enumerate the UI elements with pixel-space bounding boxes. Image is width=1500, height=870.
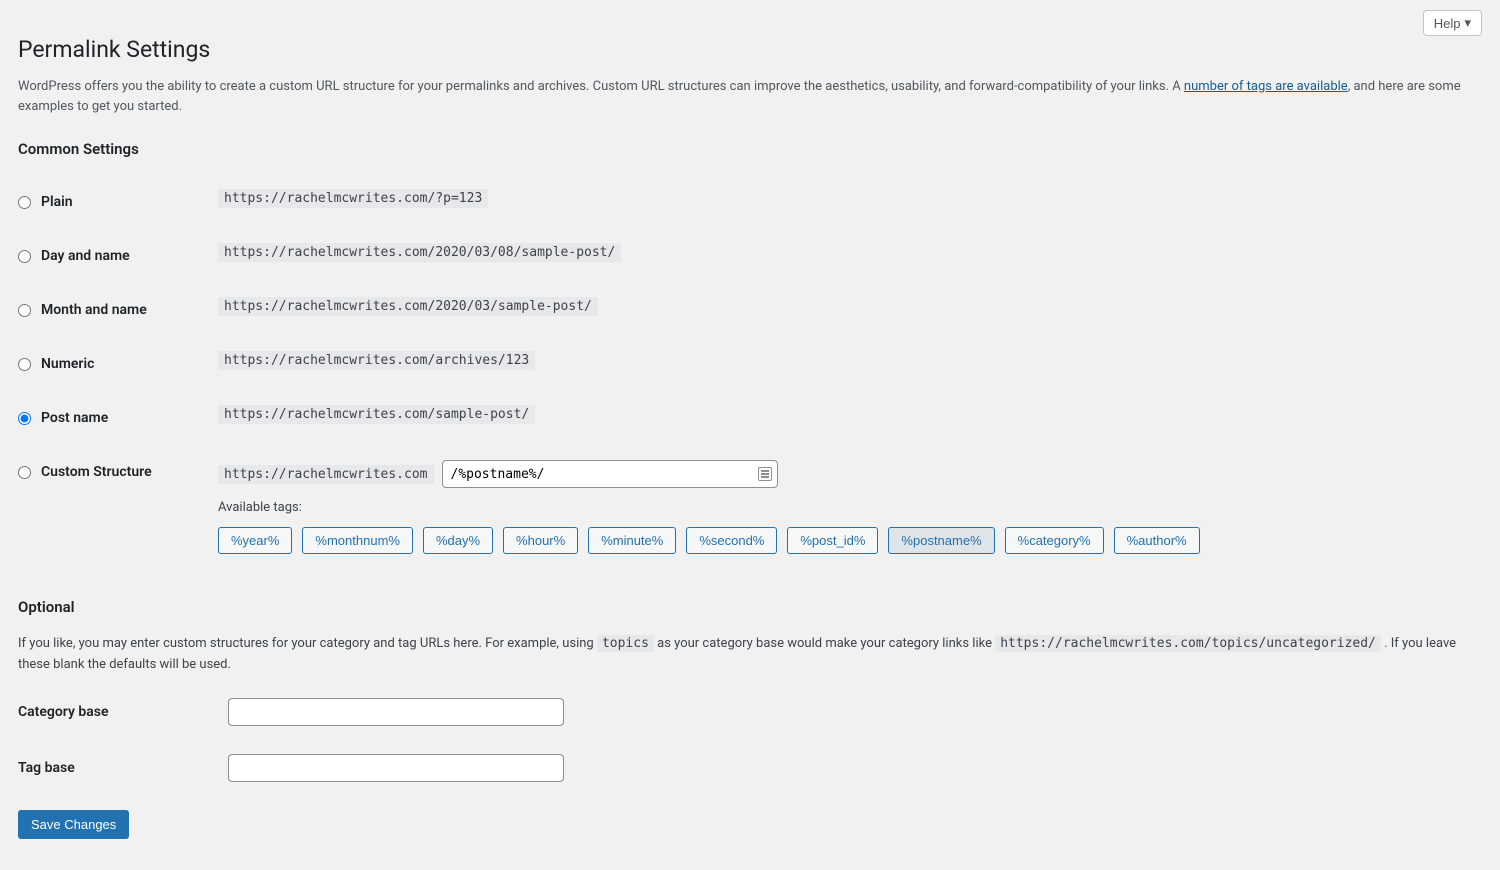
table-row: Month and name https://rachelmcwrites.com… (18, 284, 1482, 338)
tag-base-input[interactable] (228, 754, 564, 782)
available-tags-label: Available tags: (218, 500, 1472, 515)
common-settings-table: Plain https://rachelmcwrites.com/?p=123 Da… (18, 176, 1482, 568)
permalink-radio-label: Numeric (41, 356, 94, 372)
optional-heading: Optional (18, 598, 1482, 616)
permalink-radio-label: Month and name (41, 302, 147, 318)
optional-text-pre: If you like, you may enter custom struct… (18, 636, 597, 651)
tags-available-link[interactable]: number of tags are available (1184, 79, 1348, 94)
intro-paragraph: WordPress offers you the ability to crea… (18, 77, 1482, 116)
permalink-example: https://rachelmcwrites.com/sample-post/ (218, 405, 535, 424)
help-button[interactable]: Help ▾ (1423, 10, 1482, 36)
permalink-radio[interactable] (18, 250, 31, 263)
permalink-example: https://rachelmcwrites.com/archives/123 (218, 351, 535, 370)
category-base-label: Category base (18, 704, 228, 720)
optional-code-url: https://rachelmcwrites.com/topics/uncate… (995, 635, 1381, 652)
permalink-radio[interactable] (18, 196, 31, 209)
permalink-radio[interactable] (18, 358, 31, 371)
common-settings-heading: Common Settings (18, 140, 1482, 158)
permalink-radio-label: Plain (41, 194, 73, 210)
custom-structure-prefix: https://rachelmcwrites.com (218, 465, 434, 484)
table-row: Plain https://rachelmcwrites.com/?p=123 (18, 176, 1482, 230)
custom-structure-label: Custom Structure (41, 464, 152, 480)
optional-text-mid: as your category base would make your ca… (654, 636, 995, 651)
permalink-example: https://rachelmcwrites.com/2020/03/08/sa… (218, 243, 621, 262)
tag-button[interactable]: %author% (1114, 527, 1200, 554)
permalink-radio[interactable] (18, 466, 31, 479)
permalink-radio[interactable] (18, 412, 31, 425)
help-button-label: Help (1434, 16, 1461, 31)
permalink-radio-label: Day and name (41, 248, 130, 264)
table-row: Numeric https://rachelmcwrites.com/archiv… (18, 338, 1482, 392)
tag-button[interactable]: %hour% (503, 527, 578, 554)
tag-base-label: Tag base (18, 760, 228, 776)
custom-structure-input[interactable] (442, 460, 778, 488)
tag-button[interactable]: %postname% (888, 527, 994, 554)
tag-button[interactable]: %monthnum% (302, 527, 413, 554)
table-row: Day and name https://rachelmcwrites.com/2… (18, 230, 1482, 284)
permalink-example: https://rachelmcwrites.com/2020/03/sampl… (218, 297, 598, 316)
tag-base-row: Tag base (18, 754, 1482, 782)
tag-button[interactable]: %year% (218, 527, 292, 554)
category-base-input[interactable] (228, 698, 564, 726)
tag-button[interactable]: %minute% (588, 527, 676, 554)
save-changes-button[interactable]: Save Changes (18, 810, 129, 839)
category-base-row: Category base (18, 698, 1482, 726)
table-row: Post name https://rachelmcwrites.com/samp… (18, 392, 1482, 446)
optional-code-topics: topics (597, 635, 654, 652)
intro-text-pre: WordPress offers you the ability to crea… (18, 79, 1184, 94)
permalink-radio[interactable] (18, 304, 31, 317)
tag-button[interactable]: %day% (423, 527, 493, 554)
tag-button[interactable]: %second% (686, 527, 777, 554)
page-title: Permalink Settings (18, 36, 1482, 63)
optional-paragraph: If you like, you may enter custom struct… (18, 634, 1482, 676)
tag-button[interactable]: %post_id% (787, 527, 878, 554)
permalink-example: https://rachelmcwrites.com/?p=123 (218, 189, 488, 208)
form-icon (758, 467, 772, 481)
table-row: Custom Structure https://rachelmcwrites.c… (18, 446, 1482, 568)
available-tags-row: %year% %monthnum% %day% %hour% %minute% %seco… (218, 527, 1472, 554)
chevron-down-icon: ▾ (1464, 15, 1471, 31)
permalink-radio-label: Post name (41, 410, 108, 426)
tag-button[interactable]: %category% (1005, 527, 1104, 554)
